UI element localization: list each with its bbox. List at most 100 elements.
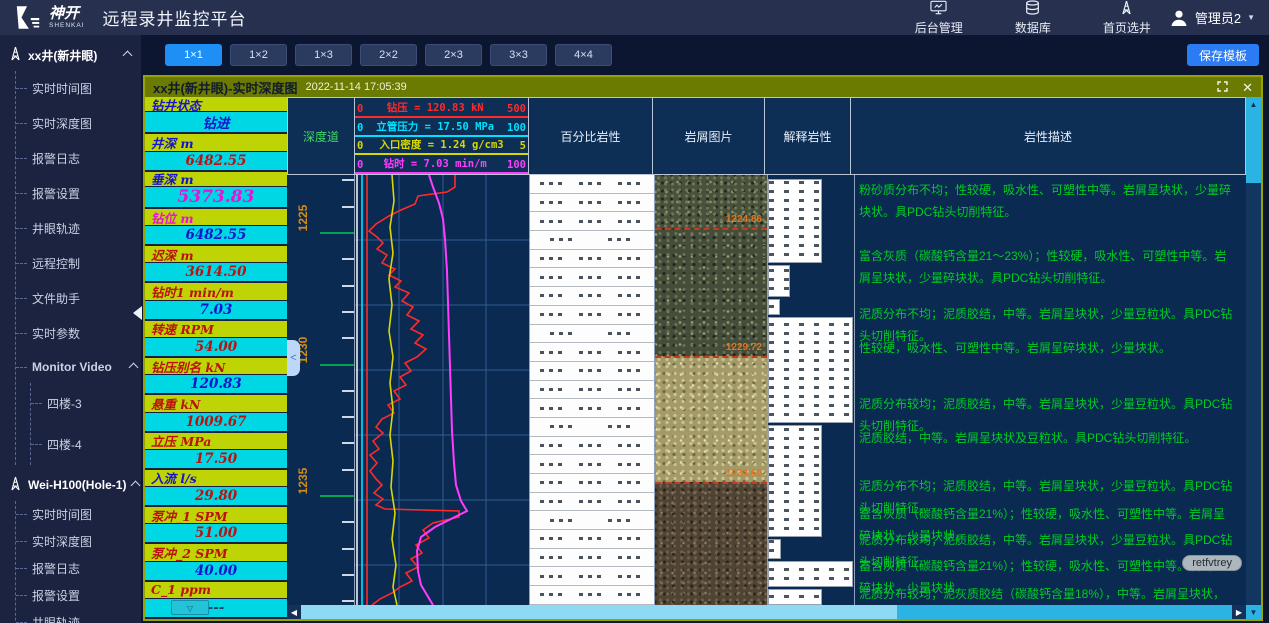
sidebar-item-实时深度图[interactable]: 实时深度图 (16, 106, 141, 141)
layout-button-3×3[interactable]: 3×3 (490, 44, 547, 66)
sidebar-item-报警日志[interactable]: 报警日志 (16, 141, 141, 176)
scroll-up-arrow[interactable]: ▲ (1246, 97, 1261, 111)
param-垂深 m: 垂深 m5373.83 (145, 172, 287, 209)
lithology-symbol (579, 481, 605, 484)
scroll-right-arrow[interactable]: ▶ (1232, 605, 1246, 619)
scroll-down-arrow[interactable]: ▼ (1246, 605, 1261, 619)
sidebar-item-label: 报警设置 (32, 185, 80, 202)
param-泵冲_1 SPM: 泵冲_1 SPM51.00 (145, 507, 287, 544)
depth-tick (342, 442, 354, 444)
nav-数据库[interactable]: 数据库 (1015, 0, 1051, 36)
maximize-icon[interactable] (1217, 81, 1228, 94)
param-井深 m: 井深 m6482.55 (145, 134, 287, 171)
layout-button-1×2[interactable]: 1×2 (230, 44, 287, 66)
sidebar-item-实时深度图[interactable]: 实时深度图 (16, 528, 141, 555)
param-value: 6482.55 (145, 226, 287, 244)
lithology-description-track: 粉砂质分布不均；性较硬，吸水性、可塑性中等。岩屑呈块状，少量碎块状。具PDC钻头… (855, 175, 1246, 605)
derrick-icon (9, 476, 22, 494)
lithology-percent-row (530, 325, 654, 344)
nav-首页选井[interactable]: 首页选井 (1103, 0, 1151, 36)
nav-后台管理[interactable]: 后台管理 (915, 0, 963, 36)
sample-depth-label: 1229.72 (726, 342, 762, 353)
lithology-percent-row (530, 212, 654, 231)
param-label: 泵冲_2 SPM (145, 544, 287, 561)
sidebar-item-井眼轨迹[interactable]: 井眼轨迹 (16, 211, 141, 246)
lithology-block (768, 179, 822, 263)
lithology-symbol (618, 481, 644, 484)
chevron-down-icon: ▼ (1247, 13, 1255, 22)
curve-legend-钻压[interactable]: 0钻压 = 120.83 kN500 (355, 99, 528, 118)
collapse-caret-icon (129, 362, 139, 372)
sidebar-item-实时时间图[interactable]: 实时时间图 (16, 71, 141, 106)
curve-legend-钻时[interactable]: 0钻时 = 7.03 min/m100 (355, 155, 528, 174)
sidebar-item-Monitor Video[interactable]: Monitor Video (16, 351, 141, 383)
lithology-block (768, 317, 853, 423)
lithology-symbol (608, 238, 634, 241)
depth-tick (342, 206, 354, 208)
layout-button-1×1[interactable]: 1×1 (165, 44, 222, 66)
param-悬重 kN: 悬重 kN1009.67 (145, 395, 287, 432)
vertical-scroll-thumb[interactable] (1246, 111, 1261, 183)
lithology-symbol (540, 537, 566, 540)
user-menu[interactable]: 管理员2 ▼ (1169, 8, 1255, 28)
sidebar-item-报警日志[interactable]: 报警日志 (16, 555, 141, 582)
lithology-symbol (579, 182, 605, 185)
layout-button-4×4[interactable]: 4×4 (555, 44, 612, 66)
lithology-symbol (618, 500, 644, 503)
lithology-percent-row (530, 511, 654, 530)
lithology-symbol (618, 593, 644, 596)
sidebar-item-远程控制[interactable]: 远程控制 (16, 246, 141, 281)
sidebar-item-报警设置[interactable]: 报警设置 (16, 582, 141, 609)
sidebar-item-文件助手[interactable]: 文件助手 (16, 281, 141, 316)
layout-button-1×3[interactable]: 1×3 (295, 44, 352, 66)
param-钻压别名 kN: 钻压别名 kN120.83 (145, 358, 287, 395)
sidebar-item-实时时间图[interactable]: 实时时间图 (16, 501, 141, 528)
close-icon[interactable]: ✕ (1242, 81, 1253, 94)
lithology-symbol (579, 257, 605, 260)
nav-label: 后台管理 (915, 19, 963, 36)
legend-min: 0 (357, 122, 363, 134)
curve-legend-header: 0钻压 = 120.83 kN5000立管压力 = 17.50 MPa1000入… (354, 97, 529, 175)
sidebar-item-井眼轨迹[interactable]: 井眼轨迹 (16, 609, 141, 623)
lithology-description: 粉砂质分布不均；性较硬，吸水性、可塑性中等。岩屑呈块状，少量碎块状。具PDC钻头… (859, 179, 1236, 223)
lithology-symbol (540, 351, 566, 354)
lithology-symbol (540, 313, 566, 316)
lithology-symbol (618, 313, 644, 316)
sidebar-well-Wei-H100(Hole-1)[interactable]: Wei-H100(Hole-1) (0, 465, 141, 501)
tooltip: retfvtrey (1182, 555, 1242, 571)
panel-collapse-handle[interactable] (133, 306, 142, 320)
sidebar-item-实时参数[interactable]: 实时参数 (16, 316, 141, 351)
depth-label: 1225 (296, 198, 310, 238)
lithology-symbol (579, 537, 605, 540)
lithology-description: 富含灰质（碳酸钙含量21～23%）；性较硬，吸水性、可塑性中等。岩屑呈块状，少量… (859, 245, 1236, 289)
sidebar-well-xx井(新井眼)[interactable]: xx井(新井眼) (0, 35, 141, 71)
param-value: 51.00 (145, 524, 287, 542)
save-template-button[interactable]: 保存模板 (1187, 44, 1259, 66)
horizontal-scroll-thumb[interactable] (301, 605, 897, 619)
app-root: 神开 SHENKAI 远程录井监控平台 后台管理数据库首页选井 管理员2 ▼ x… (0, 0, 1269, 623)
lithology-symbol (540, 257, 566, 260)
track-collapse-handle[interactable]: < (287, 340, 300, 376)
cuttings-photo (655, 482, 767, 605)
param-label: 钻压别名 kN (145, 358, 287, 375)
lithology-symbol (618, 182, 644, 185)
curve-legend-入口密度[interactable]: 0入口密度 = 1.24 g/cm35 (355, 137, 528, 156)
sidebar-item-报警设置[interactable]: 报警设置 (16, 176, 141, 211)
cuttings-photo (655, 356, 767, 482)
lithology-symbol (579, 407, 605, 410)
sidebar-item-四楼-3[interactable]: 四楼-3 (31, 383, 141, 424)
layout-toolbar: 1×1 1×2 1×3 2×2 2×3 3×3 4×4 保存模板 (143, 35, 1269, 75)
param-label: 转速 RPM (145, 321, 287, 338)
lithology-symbol (618, 201, 644, 204)
param-dropdown-button[interactable]: ▽ (171, 600, 209, 615)
sidebar-item-四楼-4[interactable]: 四楼-4 (31, 424, 141, 465)
curve-legend-立管压力[interactable]: 0立管压力 = 17.50 MPa100 (355, 118, 528, 137)
interpreted-lithology-track (768, 175, 855, 605)
layout-button-2×3[interactable]: 2×3 (425, 44, 482, 66)
lithology-symbol (540, 556, 566, 559)
lithology-symbol (540, 201, 566, 204)
scroll-left-arrow[interactable]: ◀ (287, 605, 301, 619)
layout-button-2×2[interactable]: 2×2 (360, 44, 417, 66)
lithology-symbol (618, 388, 644, 391)
param-value: 54.00 (145, 338, 287, 356)
